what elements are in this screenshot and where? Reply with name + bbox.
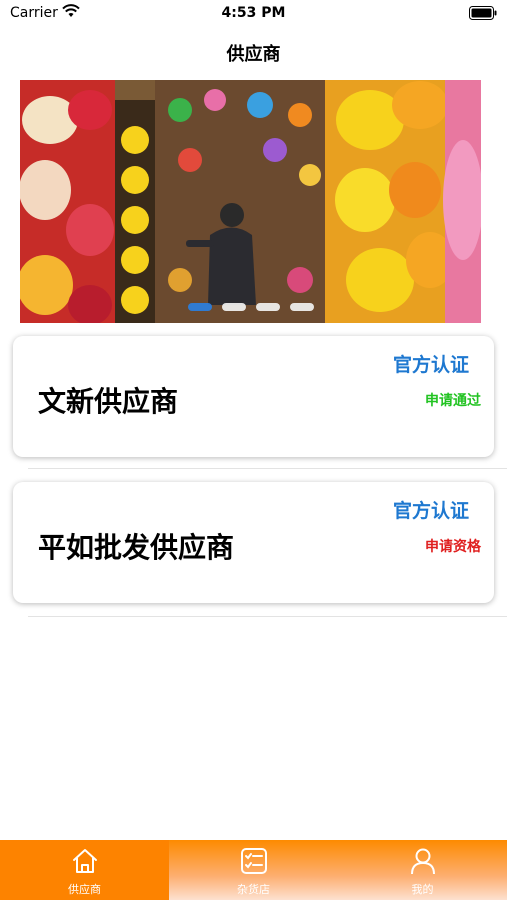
- page-title: 供应商: [226, 44, 281, 65]
- carousel-page-indicator[interactable]: [20, 303, 481, 311]
- supplier-card[interactable]: 文新供应商 官方认证 申请通过: [13, 336, 494, 457]
- tab-suppliers[interactable]: 供应商: [0, 840, 169, 900]
- banner-image: [20, 80, 481, 323]
- home-icon: [72, 849, 97, 873]
- status-bar: Carrier 4:53 PM: [0, 0, 507, 28]
- tab-grocery[interactable]: 杂货店: [169, 840, 338, 900]
- page-dot[interactable]: [255, 303, 280, 311]
- official-certification-label: 官方认证: [392, 500, 469, 522]
- official-certification-label: 官方认证: [392, 354, 469, 376]
- supplier-card[interactable]: 平如批发供应商 官方认证 申请资格: [13, 482, 494, 603]
- supplier-name: 文新供应商: [38, 385, 179, 418]
- page-dot[interactable]: [289, 303, 314, 311]
- person-icon: [410, 848, 435, 875]
- tab-label: 供应商: [68, 883, 101, 896]
- divider: [28, 468, 507, 469]
- supplier-name: 平如批发供应商: [38, 531, 235, 564]
- checklist-icon: [240, 848, 267, 874]
- banner-carousel[interactable]: [20, 80, 481, 323]
- tab-label: 我的: [411, 883, 434, 896]
- apply-qualification-link[interactable]: 申请资格: [425, 536, 481, 556]
- divider: [28, 616, 507, 617]
- clock: 4:53 PM: [221, 5, 286, 21]
- page-dot[interactable]: [221, 303, 246, 311]
- battery-icon: [469, 6, 497, 20]
- tab-label: 杂货店: [237, 883, 270, 896]
- page-dot-active[interactable]: [187, 303, 212, 311]
- tab-bar: 供应商 杂货店 我的: [0, 840, 507, 900]
- tab-profile[interactable]: 我的: [338, 840, 507, 900]
- application-status: 申请通过: [425, 393, 481, 409]
